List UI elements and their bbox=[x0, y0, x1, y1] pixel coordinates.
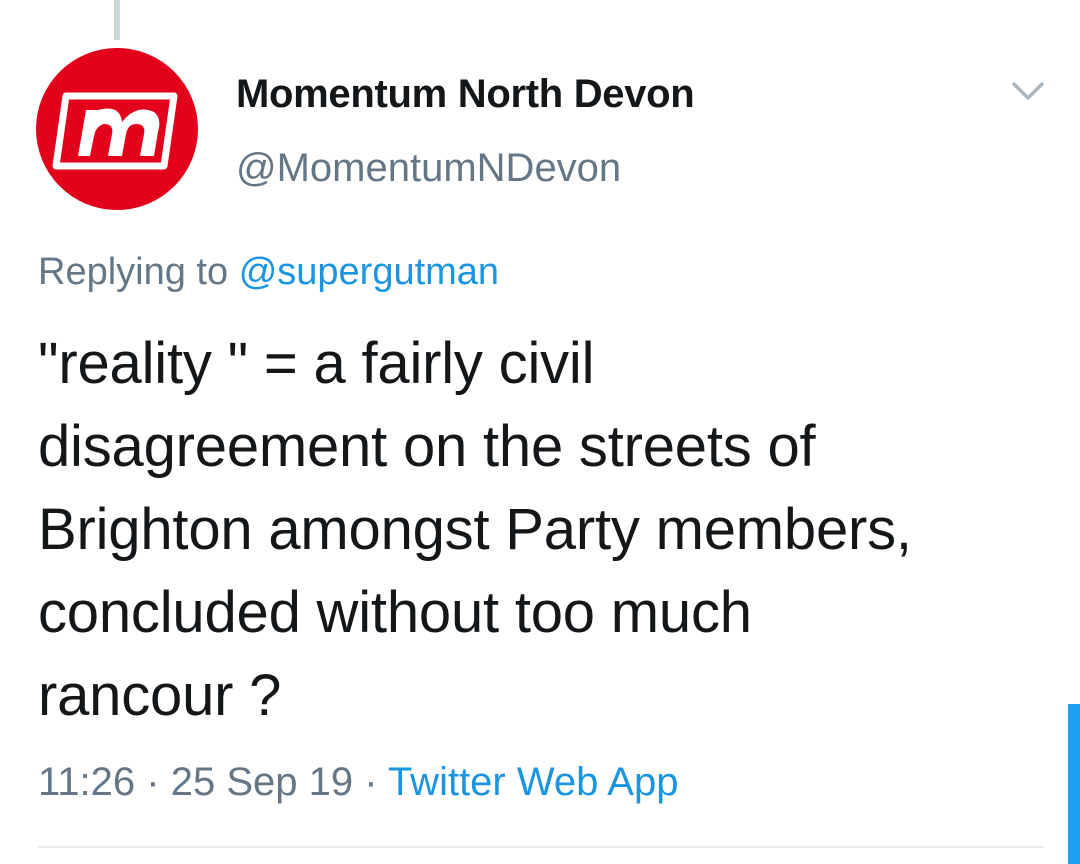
tweet-text-line: concluded without too much bbox=[38, 580, 752, 645]
tweet-text: "reality " = a fairly civil disagreement… bbox=[38, 322, 1048, 737]
author-handle[interactable]: @MomentumNDevon bbox=[236, 146, 621, 191]
tweet-source-link[interactable]: Twitter Web App bbox=[388, 760, 679, 804]
replying-to-label: Replying to bbox=[38, 251, 229, 293]
tweet-text-line: disagreement on the streets of bbox=[38, 414, 816, 479]
scrollbar[interactable] bbox=[1068, 704, 1080, 864]
thread-connector-line bbox=[114, 0, 120, 40]
avatar[interactable] bbox=[36, 48, 198, 210]
meta-separator: · bbox=[146, 760, 160, 804]
author-display-name[interactable]: Momentum North Devon bbox=[236, 72, 695, 117]
momentum-logo-icon bbox=[36, 48, 198, 210]
divider bbox=[38, 846, 1044, 848]
tweet-text-line: rancour ? bbox=[38, 663, 282, 728]
replying-to-line: Replying to @supergutman bbox=[38, 251, 499, 294]
tweet-menu-button[interactable] bbox=[1010, 78, 1046, 106]
tweet-text-line: "reality " = a fairly civil bbox=[38, 331, 595, 396]
chevron-down-icon bbox=[1012, 82, 1044, 100]
tweet-metadata: 11:26 · 25 Sep 19 · Twitter Web App bbox=[38, 760, 678, 805]
reply-mention-link[interactable]: @supergutman bbox=[239, 251, 499, 293]
tweet-text-line: Brighton amongst Party members, bbox=[38, 497, 912, 562]
meta-separator: · bbox=[364, 760, 378, 804]
tweet-date[interactable]: 25 Sep 19 bbox=[171, 760, 353, 804]
tweet-time[interactable]: 11:26 bbox=[38, 760, 135, 804]
